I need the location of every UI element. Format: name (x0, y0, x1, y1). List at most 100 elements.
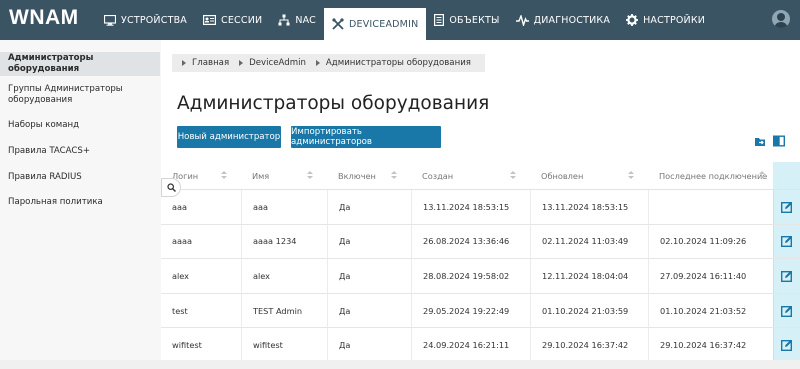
column-header-name[interactable]: Имя (241, 162, 327, 189)
id-card-icon (203, 15, 216, 25)
admins-table: Логин Имя Включен Создан Обновлен Послед… (161, 162, 800, 363)
cell-name: TEST Admin (241, 293, 327, 328)
avatar-body (774, 22, 788, 28)
sidebar-item-label: Группы Администраторы оборудования (8, 83, 123, 105)
sidebar-item-label: Правила TACACS+ (8, 145, 91, 156)
columns-icon[interactable] (773, 135, 785, 147)
edit-column-header (773, 162, 800, 189)
nav-diagnostics-label: Диагностика (533, 14, 611, 26)
nav-nac-label: NAC (295, 14, 316, 26)
breadcrumb-separator (182, 60, 186, 66)
column-header-label: Обновлен (541, 170, 584, 181)
edit-button[interactable] (773, 293, 800, 328)
column-header-label: Имя (252, 170, 270, 181)
sidebar-item-admin-groups[interactable]: Группы Администраторы оборудования (0, 76, 160, 113)
horizontal-scrollbar[interactable] (0, 360, 800, 369)
cell-name: aaaa 1234 (241, 224, 327, 259)
export-icon[interactable] (754, 135, 766, 147)
table-row[interactable]: alex alex Да 28.08.2024 19:58:02 12.11.2024 … (161, 259, 800, 294)
edit-button[interactable] (773, 224, 800, 259)
column-header-updated[interactable]: Обновлен (530, 162, 648, 189)
nav-diagnostics[interactable]: Диагностика (508, 0, 618, 40)
import-admins-button[interactable]: Импортировать администраторов (291, 126, 441, 148)
sort-icon[interactable] (307, 171, 313, 181)
sort-icon[interactable] (510, 171, 516, 181)
cell-enabled: Да (327, 190, 411, 224)
breadcrumb-deviceadmin[interactable]: DeviceAdmin (249, 58, 306, 68)
nav-sessions-label: Сессии (221, 14, 263, 26)
cell-last-login: 27.09.2024 16:11:40 (648, 259, 773, 293)
sidebar-item-tacacs-rules[interactable]: Правила TACACS+ (0, 138, 160, 164)
sidebar-item-password-policy[interactable]: Парольная политика (0, 190, 160, 214)
sidebar-item-label: Наборы команд (8, 120, 80, 130)
nav-objects[interactable]: Объекты (426, 0, 507, 40)
breadcrumb: Главная DeviceAdmin Администраторы обору… (172, 54, 485, 72)
breadcrumb-current: Администраторы оборудования (325, 58, 471, 68)
main-nav: Устройства Сессии NAC DeviceAdmin Объект… (96, 0, 713, 40)
user-avatar[interactable] (772, 10, 790, 28)
cell-enabled: Да (327, 224, 411, 259)
monitor-icon (104, 14, 116, 26)
table-row[interactable]: aaa aaa Да 13.11.2024 18:53:15 13.11.2024 18… (161, 190, 800, 225)
sort-icon[interactable] (391, 171, 397, 181)
column-header-created[interactable]: Создан (411, 162, 530, 189)
sort-icon[interactable] (628, 171, 634, 181)
cell-created: 29.05.2024 19:22:49 (411, 293, 530, 328)
sort-icon[interactable] (759, 171, 765, 181)
nav-sessions[interactable]: Сессии (195, 0, 270, 40)
app-logo[interactable]: WNAM (9, 6, 79, 30)
table-row[interactable]: wifitest wifitest Да 24.09.2024 16:21:11 29.… (161, 328, 800, 363)
sort-icon[interactable] (221, 171, 227, 181)
edit-button[interactable] (773, 328, 800, 362)
cell-enabled: Да (327, 328, 411, 362)
sidebar-item-admins[interactable]: Администраторы оборудования (0, 52, 160, 76)
sidebar-item-label: Парольная политика (8, 196, 103, 207)
cell-updated: 13.11.2024 18:53:15 (530, 190, 648, 224)
table-row[interactable]: test TEST Admin Да 29.05.2024 19:22:49 01.10… (161, 293, 800, 329)
nav-deviceadmin[interactable]: DeviceAdmin (324, 8, 427, 40)
search-icon (166, 183, 176, 192)
sidebar-item-radius-rules[interactable]: Правила RADIUS (0, 164, 160, 190)
edit-icon (781, 201, 793, 213)
tools-icon (332, 18, 344, 30)
cell-last-login (648, 190, 773, 224)
cell-created: 26.08.2024 13:36:46 (411, 224, 530, 259)
document-icon (434, 14, 445, 26)
nav-settings-label: Настройки (643, 14, 706, 26)
gear-icon (626, 14, 639, 26)
column-header-enabled[interactable]: Включен (327, 162, 411, 189)
sidebar-item-command-sets[interactable]: Наборы команд (0, 113, 160, 138)
cell-enabled: Да (327, 293, 411, 328)
nav-devices-label: Устройства (121, 14, 187, 26)
nav-devices[interactable]: Устройства (96, 0, 195, 40)
edit-button[interactable] (773, 259, 800, 293)
sidebar-item-label: Администраторы оборудования (8, 53, 94, 74)
breadcrumb-separator (315, 60, 320, 66)
cell-updated: 01.10.2024 21:03:59 (530, 293, 648, 328)
new-admin-button[interactable]: Новый администратор (177, 126, 281, 148)
cell-last-login: 29.10.2024 16:37:42 (648, 328, 773, 362)
nav-nac[interactable]: NAC (270, 0, 324, 40)
edit-icon (781, 340, 793, 352)
cell-updated: 29.10.2024 16:37:42 (530, 328, 648, 362)
search-toggle-button[interactable] (161, 178, 181, 197)
main-content: Главная DeviceAdmin Администраторы обору… (161, 40, 800, 369)
cell-enabled: Да (327, 259, 411, 293)
breadcrumb-separator (239, 60, 244, 66)
breadcrumb-home[interactable]: Главная (192, 58, 229, 68)
top-navbar: WNAM Устройства Сессии NAC DeviceAdmin О… (0, 0, 800, 40)
cell-created: 24.09.2024 16:21:11 (411, 328, 530, 362)
sidebar: Администраторы оборудования Группы Админ… (0, 52, 160, 214)
column-header-last-login[interactable]: Последнее подключение (648, 162, 773, 189)
edit-button[interactable] (773, 190, 800, 224)
column-header-label: Создан (422, 170, 454, 181)
page-title: Администраторы оборудования (177, 93, 490, 114)
table-row[interactable]: aaaa aaaa 1234 Да 26.08.2024 13:36:46 02.11.… (161, 224, 800, 260)
table-header: Логин Имя Включен Создан Обновлен Послед… (161, 162, 800, 190)
nav-settings[interactable]: Настройки (618, 0, 713, 40)
cell-name: aaa (241, 190, 327, 224)
cell-last-login: 01.10.2024 21:03:52 (648, 293, 773, 328)
pulse-icon (515, 14, 529, 26)
nav-deviceadmin-label: DeviceAdmin (349, 18, 419, 30)
table-body: aaa aaa Да 13.11.2024 18:53:15 13.11.2024 18… (161, 190, 800, 363)
